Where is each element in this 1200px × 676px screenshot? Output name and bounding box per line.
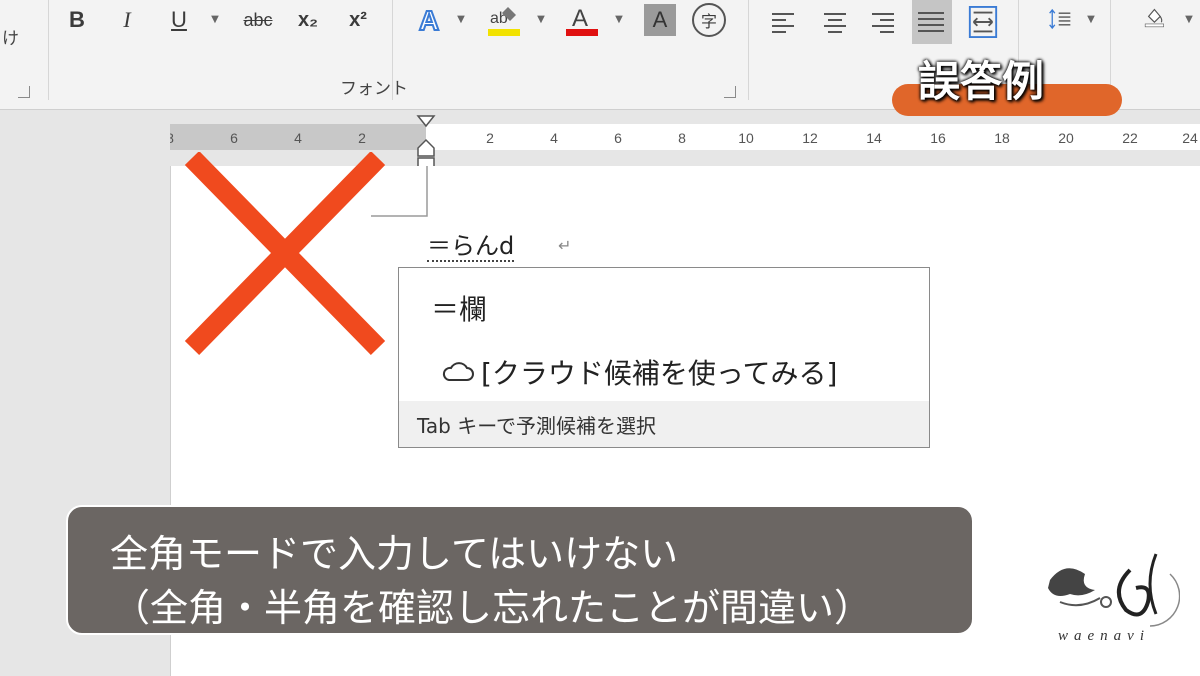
align-left-icon[interactable] — [766, 6, 800, 40]
caption-line-1: 全角モードで入力してはいけない — [110, 532, 679, 576]
font-dialog-launcher-icon[interactable] — [724, 86, 736, 98]
shading-dropdown-icon[interactable]: ▼ — [1184, 12, 1194, 26]
paragraph-shading-icon[interactable] — [1130, 0, 1174, 34]
underline-dropdown-icon[interactable]: ▼ — [210, 12, 220, 26]
strikethrough-button[interactable]: abc — [236, 2, 280, 38]
ruler-label: 4 — [550, 130, 558, 146]
caption-line-2: （全角・半角を確認し忘れたことが間違い） — [112, 586, 873, 630]
indent-marker-icon[interactable] — [414, 114, 438, 170]
svg-text:A: A — [572, 5, 588, 32]
logo-text: waenavi — [1058, 628, 1150, 644]
caption-box: 全角モードで入力してはいけない （全角・半角を確認し忘れたことが間違い） — [66, 505, 974, 635]
clipboard-launcher-icon[interactable] — [18, 86, 30, 98]
svg-text:A: A — [419, 5, 439, 36]
align-center-icon[interactable] — [818, 6, 852, 40]
ruler-label: 18 — [994, 130, 1010, 146]
ruler-label: 16 — [930, 130, 946, 146]
highlight-dropdown-icon[interactable]: ▼ — [536, 12, 546, 26]
wrong-example-label: 誤答例 — [918, 57, 1045, 106]
ruler-label: 2 — [358, 130, 366, 146]
text-effects-dropdown-icon[interactable]: ▼ — [456, 12, 466, 26]
font-color-dropdown-icon[interactable]: ▼ — [614, 12, 624, 26]
cloud-suggestion-item[interactable]: [クラウド候補を使ってみる] — [441, 352, 837, 392]
suggestion-item[interactable]: ＝欄 — [431, 288, 487, 328]
align-right-icon[interactable] — [866, 6, 900, 40]
font-group-label: フォント — [340, 79, 408, 99]
underline-button[interactable]: U — [164, 2, 194, 38]
distributed-icon[interactable] — [962, 0, 1004, 44]
text-effects-icon[interactable]: A — [414, 2, 448, 38]
justify-icon[interactable] — [912, 0, 952, 44]
wrong-cross-icon — [184, 152, 386, 355]
highlight-icon[interactable]: ab — [484, 2, 524, 38]
superscript-button[interactable]: x² — [340, 2, 376, 38]
line-spacing-icon[interactable] — [1034, 2, 1080, 36]
ribbon-clipped-label: け — [2, 29, 19, 49]
ruler-label: 10 — [738, 130, 754, 146]
ruler-label: 6 — [230, 130, 238, 146]
font-color-icon[interactable]: A — [562, 2, 602, 38]
ribbon-separator — [48, 0, 49, 100]
ruler-label: 14 — [866, 130, 882, 146]
ruler-label: 2 — [486, 130, 494, 146]
popup-footer: Tab キーで予測候補を選択 — [399, 401, 929, 447]
line-spacing-dropdown-icon[interactable]: ▼ — [1086, 12, 1096, 26]
cloud-icon — [442, 362, 474, 381]
italic-button[interactable]: I — [112, 2, 142, 38]
ruler-label: 4 — [294, 130, 302, 146]
enclosed-character-button[interactable]: 字 — [692, 3, 726, 37]
cloud-suggestion-label: [クラウド候補を使ってみる] — [481, 357, 838, 390]
ruler-label: 8 — [678, 130, 686, 146]
ruler-left-margin — [160, 124, 426, 150]
typed-text[interactable]: ＝らんd — [427, 232, 515, 262]
ribbon-separator — [748, 0, 749, 100]
autocomplete-popup[interactable]: ＝欄 [クラウド候補を使ってみる] Tab キーで予測候補を選択 — [398, 267, 930, 448]
ruler-label: 22 — [1122, 130, 1138, 146]
ruler-label: 6 — [614, 130, 622, 146]
subscript-button[interactable]: x₂ — [290, 2, 326, 38]
character-shading-button[interactable]: A — [644, 4, 676, 36]
paragraph-mark: ↵ — [558, 236, 572, 255]
ruler-label: 12 — [802, 130, 818, 146]
bold-button[interactable]: B — [62, 2, 92, 38]
ruler-label: 24 — [1182, 130, 1198, 146]
ruler-label: 20 — [1058, 130, 1074, 146]
